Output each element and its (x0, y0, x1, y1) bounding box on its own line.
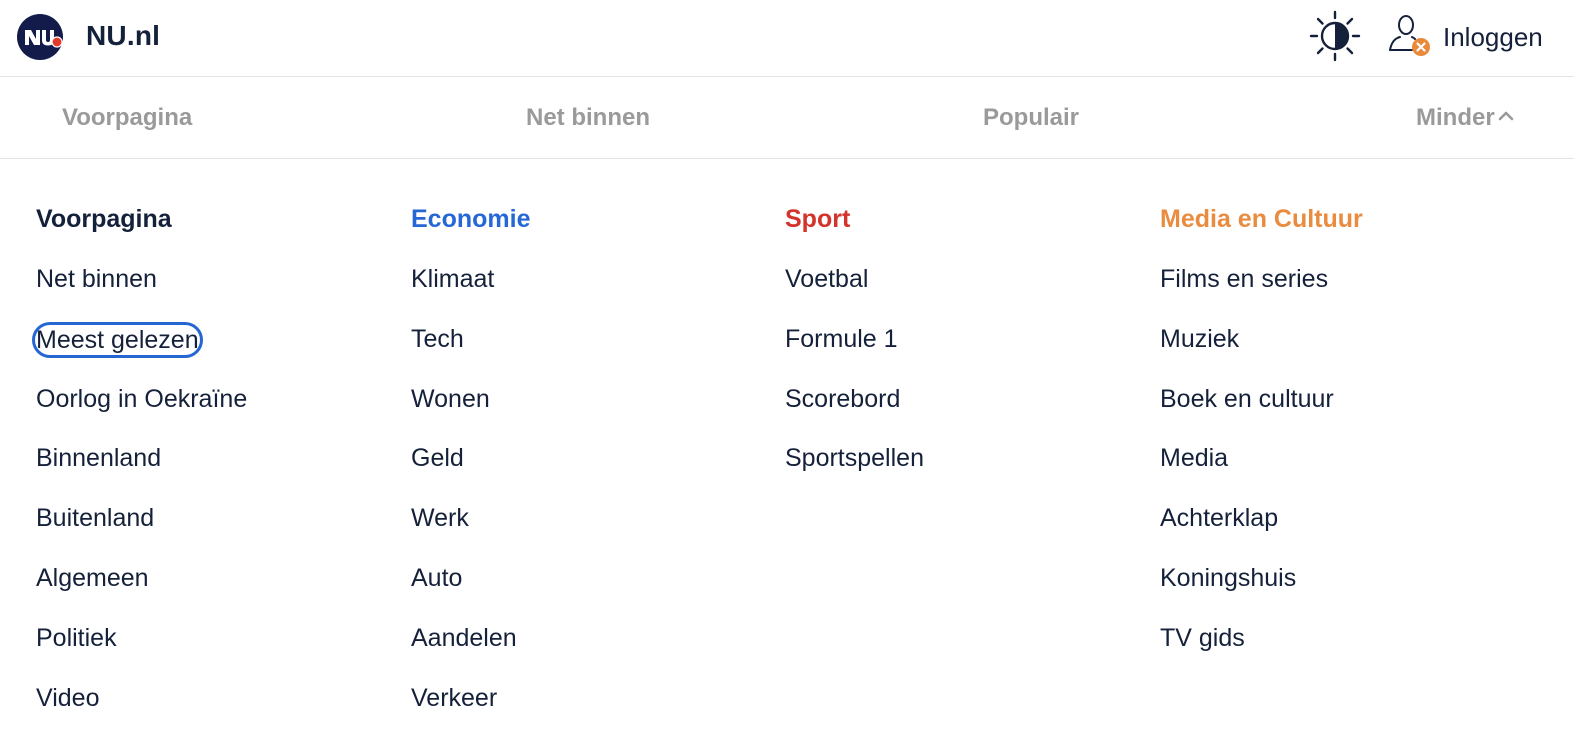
menu-link-label: Politiek (36, 623, 117, 652)
theme-toggle-icon[interactable] (1309, 10, 1361, 62)
menu-link-label: Koningshuis (1160, 563, 1297, 592)
menu-link[interactable]: Politiek (36, 621, 247, 681)
menu-column-economie: Economie Klimaat Tech Wonen Geld Werk Auto Aan… (411, 202, 530, 740)
menu-column-voorpagina: Voorpagina Net binnen Meest gelezen Oorlog… (32, 202, 247, 740)
menu-link-label: Voetbal (785, 265, 869, 293)
nav-voorpagina[interactable]: Voorpagina (62, 104, 192, 132)
menu-link[interactable]: Auto (411, 561, 530, 621)
menu-link-label: TV gids (1160, 623, 1245, 652)
menu-link[interactable]: Klimaat (411, 262, 530, 322)
column-heading[interactable]: Voorpagina (36, 202, 247, 236)
site-header: NU.nl Inloggen (0, 0, 1574, 77)
menu-link-label: Aandelen (411, 623, 517, 652)
menu-link-label: Net binnen (36, 265, 157, 293)
menu-link-label: Tech (411, 324, 464, 353)
column-list: Klimaat Tech Wonen Geld Werk Auto Aandelen Verk… (411, 262, 530, 740)
menu-link[interactable]: Muziek (1160, 322, 1363, 382)
menu-link[interactable]: Films en series (1160, 262, 1363, 322)
menu-link-label: Formule 1 (785, 324, 898, 353)
menu-link[interactable]: Algemeen (36, 561, 247, 621)
column-heading[interactable]: Sport (785, 202, 924, 236)
menu-link-label: Boek en cultuur (1160, 384, 1334, 413)
menu-link-label: Video (36, 683, 100, 712)
column-heading[interactable]: Media en Cultuur (1160, 202, 1363, 236)
menu-link[interactable]: Sportspellen (785, 441, 924, 501)
chevron-up-icon (1498, 111, 1513, 120)
menu-link-label: Wonen (411, 384, 490, 413)
menu-link[interactable]: Buitenland (36, 501, 247, 561)
column-list: Voetbal Formule 1 Scorebord Sportspellen (785, 262, 924, 501)
menu-link[interactable]: Boek en cultuur (1160, 382, 1363, 442)
menu-link[interactable]: Geld (411, 441, 530, 501)
menu-link[interactable]: Scorebord (785, 382, 924, 442)
menu-link-label: Binnenland (36, 444, 162, 473)
menu-link-label: Buitenland (36, 504, 155, 533)
menu-link-label: Geld (411, 444, 464, 473)
menu-link[interactable]: Media (1160, 441, 1363, 501)
menu-link[interactable]: Tech (411, 322, 530, 382)
menu-link-label: Media (1160, 444, 1229, 473)
nav-minder[interactable]: Minder (1416, 104, 1515, 132)
menu-column-media-en-cultuur: Media en Cultuur Films en series Muziek Bo… (1160, 202, 1363, 681)
column-list: Films en series Muziek Boek en cultuur Medi… (1160, 262, 1363, 681)
menu-link[interactable]: Oorlog in Oekraïne (36, 382, 247, 442)
menu-link[interactable]: Video (36, 681, 247, 740)
menu-link[interactable]: Koningshuis (1160, 561, 1363, 621)
login-link[interactable]: Inloggen (1443, 22, 1543, 53)
menu-link[interactable]: Werk (411, 501, 530, 561)
menu-link-label: Algemeen (36, 563, 149, 592)
nav-populair[interactable]: Populair (983, 104, 1079, 132)
menu-link[interactable]: Voetbal (785, 262, 924, 322)
menu-link-label: Achterklap (1160, 504, 1279, 533)
nu-logo-icon[interactable] (17, 14, 63, 60)
menu-link[interactable]: Aandelen (411, 621, 530, 681)
menu-link[interactable]: Net binnen (36, 262, 247, 322)
column-list: Net binnen Meest gelezen Oorlog in Oekraïn… (32, 262, 247, 740)
menu-link-label: Werk (411, 504, 469, 533)
menu-link-label: Auto (411, 563, 463, 592)
menu-link-label: Verkeer (411, 683, 498, 712)
user-icon[interactable] (1386, 12, 1434, 60)
menu-link[interactable]: TV gids (1160, 621, 1363, 681)
menu-link[interactable]: Binnenland (36, 441, 247, 501)
menu-link-label: Scorebord (785, 384, 901, 413)
menu-link[interactable]: Wonen (411, 382, 530, 442)
menu-column-sport: Sport Voetbal Formule 1 Scorebord Sportspel… (785, 202, 924, 501)
menu-link-label: Muziek (1160, 324, 1240, 353)
menu-link-label: Sportspellen (785, 444, 924, 473)
column-heading[interactable]: Economie (411, 202, 530, 236)
menu-link-label: Meest gelezen (32, 321, 203, 358)
main-nav: Voorpagina Net binnen Populair Minder (0, 78, 1574, 159)
menu-link[interactable]: Meest gelezen (32, 321, 247, 382)
nav-net-binnen[interactable]: Net binnen (526, 104, 650, 132)
nav-minder-label: Minder (1416, 104, 1495, 131)
menu-link-label: Oorlog in Oekraïne (36, 384, 248, 413)
menu-link[interactable]: Formule 1 (785, 322, 924, 382)
menu-link[interactable]: Achterklap (1160, 501, 1363, 561)
menu-link-label: Klimaat (411, 265, 495, 293)
brand-name[interactable]: NU.nl (86, 20, 160, 52)
menu-link-label: Films en series (1160, 265, 1329, 293)
menu-link[interactable]: Verkeer (411, 681, 530, 740)
